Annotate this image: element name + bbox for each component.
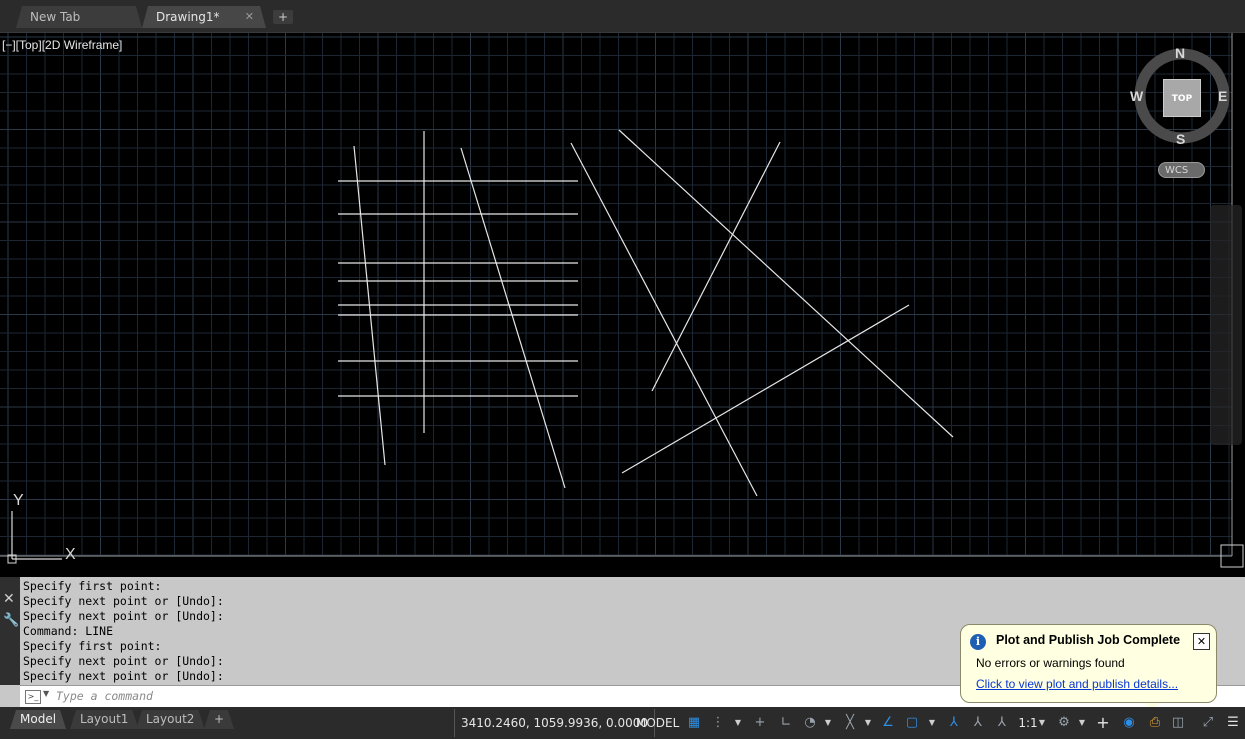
plot-publish-notification[interactable]: i Plot and Publish Job Complete ✕ No err… xyxy=(960,624,1217,703)
notification-close-button[interactable]: ✕ xyxy=(1193,633,1210,650)
drawing-canvas[interactable]: Y X xyxy=(0,33,1245,577)
close-icon[interactable]: ✕ xyxy=(3,591,15,607)
layout-tab-layout1[interactable]: Layout1 xyxy=(70,710,138,729)
chevron-down-icon[interactable]: ▼ xyxy=(824,715,832,731)
chevron-down-icon[interactable]: ▼ xyxy=(1078,715,1086,731)
ucs-y-label: Y xyxy=(13,492,24,509)
command-prompt-icon[interactable]: >_ xyxy=(25,690,41,704)
wcs-menu[interactable]: WCS xyxy=(1158,162,1205,178)
isolate-icon[interactable]: ◉ xyxy=(1121,715,1137,731)
isodraft-icon[interactable]: ╳ xyxy=(842,715,858,731)
layout-tab-label: Model xyxy=(20,712,57,726)
annotation-visibility-icon[interactable]: ⅄ xyxy=(946,715,962,731)
compass-south[interactable]: S xyxy=(1176,131,1185,147)
viewcube-top-face[interactable]: TOP xyxy=(1163,79,1201,117)
hardware-accel-icon[interactable]: ◫ xyxy=(1170,715,1186,731)
notification-details-link[interactable]: Click to view plot and publish details..… xyxy=(976,677,1178,691)
coordinates-readout[interactable]: 3410.2460, 1059.9936, 0.0000 xyxy=(454,709,656,737)
grid xyxy=(0,33,1232,556)
layout-tab-model[interactable]: Model xyxy=(10,710,66,729)
drawn-line[interactable] xyxy=(460,147,566,489)
drawn-line[interactable] xyxy=(618,129,954,438)
customize-menu-icon[interactable]: ☰ xyxy=(1225,715,1241,731)
customize-wrench-icon[interactable]: 🔧 xyxy=(3,613,19,628)
polar-icon[interactable]: ◔ xyxy=(802,715,818,731)
history-line: Specify next point or [Undo]: xyxy=(23,654,224,668)
infer-constraints-icon[interactable]: + xyxy=(752,715,768,731)
ortho-icon[interactable]: ∟ xyxy=(778,715,794,731)
tab-drawing1[interactable]: Drawing1* ✕ xyxy=(142,6,266,28)
layout-tab-label: Layout1 xyxy=(80,712,129,726)
grid-icon[interactable]: ▦ xyxy=(686,715,702,731)
chevron-down-icon[interactable]: ▼ xyxy=(864,715,872,731)
viewport-controls-label[interactable]: [−][Top][2D Wireframe] xyxy=(2,38,122,52)
ucs-x-label: X xyxy=(65,546,76,563)
tab-new-tab[interactable]: New Tab xyxy=(16,6,142,28)
layout-tab-label: Layout2 xyxy=(146,712,195,726)
snap-icon[interactable]: ⋮ xyxy=(710,715,726,731)
new-tab-button[interactable]: + xyxy=(273,10,293,24)
layout-tab-layout2[interactable]: Layout2 xyxy=(136,710,204,729)
command-history: Specify first point: Specify next point … xyxy=(23,579,224,684)
annotation-scale-value[interactable]: 1:1 xyxy=(1016,715,1040,731)
drawing-viewport[interactable]: Y X [−][Top][2D Wireframe] N S E W TOP W… xyxy=(0,33,1245,577)
add-icon[interactable]: + xyxy=(1095,715,1111,731)
navigation-bar[interactable] xyxy=(1210,205,1242,445)
notification-title: Plot and Publish Job Complete xyxy=(996,633,1181,647)
plus-icon: + xyxy=(214,712,225,726)
history-line: Specify first point: xyxy=(23,639,162,653)
history-line: Specify next point or [Undo]: xyxy=(23,609,224,623)
compass-east[interactable]: E xyxy=(1218,88,1227,104)
chevron-down-icon[interactable]: ▼ xyxy=(43,689,49,698)
status-bar: Model Layout1 Layout2 + 3410.2460, 1059.… xyxy=(0,707,1245,739)
osnap-tracking-icon[interactable]: ∠ xyxy=(880,715,896,731)
clean-screen-icon[interactable]: ⤢ xyxy=(1200,715,1216,731)
history-line: Specify first point: xyxy=(23,579,162,593)
tab-label: Drawing1* xyxy=(156,10,220,24)
command-placeholder[interactable]: Type a command xyxy=(56,689,153,703)
tab-close-icon[interactable]: ✕ xyxy=(245,6,254,28)
history-line: Specify next point or [Undo]: xyxy=(23,669,224,683)
drawn-line[interactable] xyxy=(651,141,781,392)
annotation-scale-icon[interactable]: ⅄ xyxy=(994,715,1010,731)
add-layout-button[interactable]: + xyxy=(204,710,234,729)
chevron-down-icon[interactable]: ▼ xyxy=(734,715,742,731)
osnap-icon[interactable]: ▢ xyxy=(904,715,920,731)
compass-west[interactable]: W xyxy=(1130,88,1143,104)
info-icon: i xyxy=(970,634,986,650)
history-line: Command: LINE xyxy=(23,624,114,638)
tab-label: New Tab xyxy=(30,10,81,24)
compass-north[interactable]: N xyxy=(1175,45,1185,61)
chevron-down-icon[interactable]: ▼ xyxy=(928,715,936,731)
file-tab-bar: New Tab Drawing1* ✕ + xyxy=(0,0,1245,33)
notification-message: No errors or warnings found xyxy=(976,656,1125,670)
plot-icon[interactable]: ⎙ xyxy=(1147,715,1163,731)
model-space-button[interactable]: MODEL xyxy=(632,709,683,737)
autoscale-icon[interactable]: ⅄ xyxy=(970,715,986,731)
command-window-side: ✕ 🔧 xyxy=(0,577,20,685)
chevron-down-icon[interactable]: ▼ xyxy=(1038,715,1046,731)
history-line: Specify next point or [Undo]: xyxy=(23,594,224,608)
workspace-gear-icon[interactable]: ⚙ xyxy=(1056,715,1072,731)
